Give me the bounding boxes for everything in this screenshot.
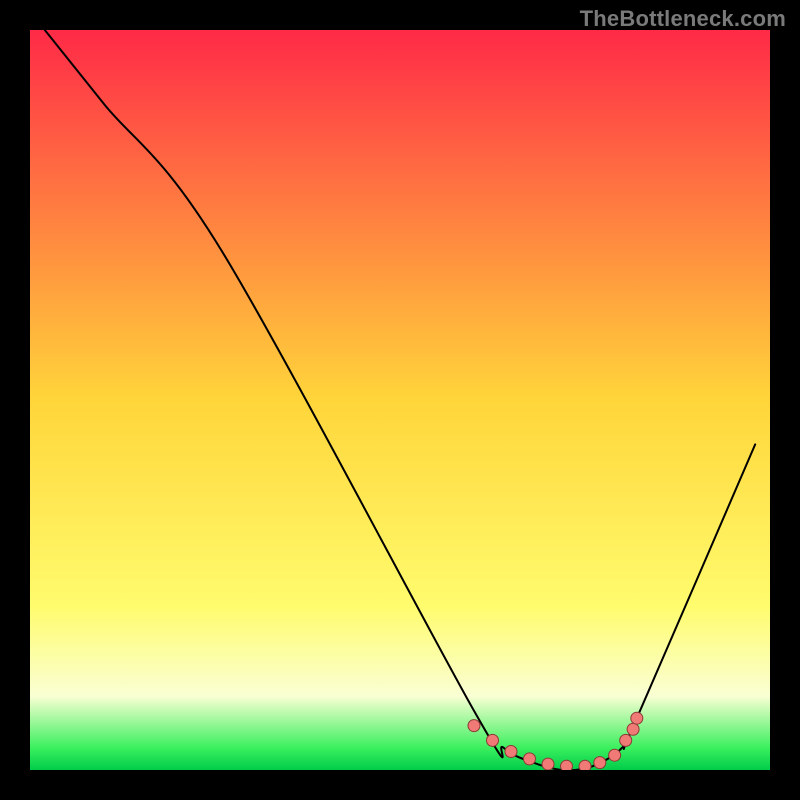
marker-dot — [627, 723, 639, 735]
marker-dot — [609, 749, 621, 761]
marker-dot — [594, 757, 606, 769]
marker-dot — [505, 746, 517, 758]
marker-dot — [487, 734, 499, 746]
watermark-text: TheBottleneck.com — [580, 6, 786, 32]
marker-dot — [542, 758, 554, 770]
marker-dot — [524, 753, 536, 765]
marker-dot — [579, 760, 591, 772]
chart-container: TheBottleneck.com — [0, 0, 800, 800]
bottleneck-chart — [0, 0, 800, 800]
marker-dot — [631, 712, 643, 724]
marker-dot — [468, 720, 480, 732]
plot-background — [30, 30, 770, 770]
marker-dot — [620, 734, 632, 746]
marker-dot — [561, 760, 573, 772]
